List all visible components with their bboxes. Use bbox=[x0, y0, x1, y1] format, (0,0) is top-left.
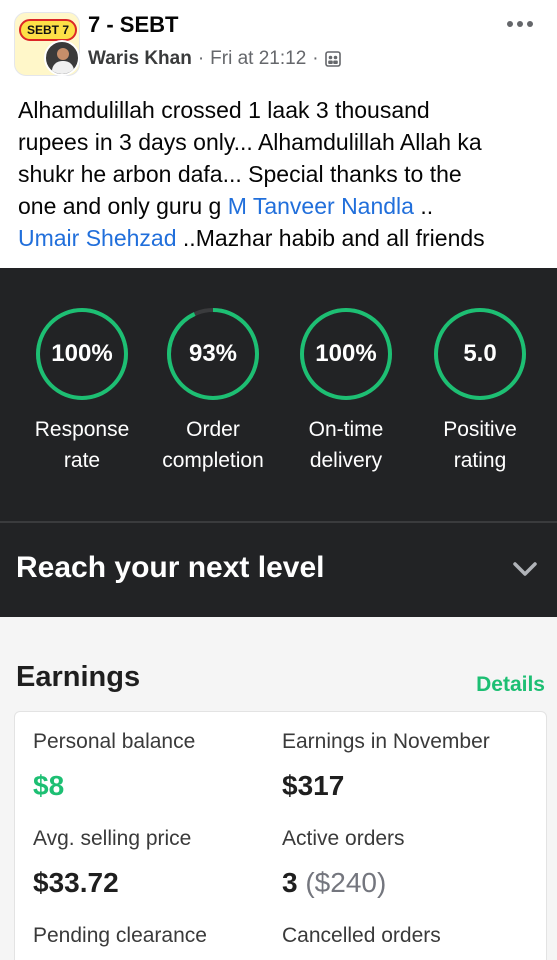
more-horizontal-icon[interactable] bbox=[507, 16, 535, 32]
seller-stats-panel: 100% Response rate 93% Order completion … bbox=[0, 268, 557, 522]
post-text-line: one and only guru g M Tanveer Nandla .. bbox=[18, 190, 543, 222]
stat-ring: 100% bbox=[34, 306, 130, 402]
stat-positive-rating: 5.0 Positive rating bbox=[414, 306, 546, 476]
stat-ring: 5.0 bbox=[432, 306, 528, 402]
mention-link[interactable]: M Tanveer Nandla bbox=[228, 193, 414, 219]
stat-label-line: Response bbox=[34, 418, 130, 441]
active-orders-count: 3 bbox=[282, 867, 298, 898]
stat-value: 93% bbox=[188, 340, 238, 367]
post-meta: Waris Khan · Fri at 21:12 · bbox=[88, 48, 341, 70]
active-orders-cell: Active orders 3 ($240) bbox=[282, 827, 522, 899]
stat-order-completion: 93% Order completion bbox=[147, 306, 279, 476]
earnings-month-value: $317 bbox=[282, 770, 345, 801]
personal-balance-label: Personal balance bbox=[33, 730, 196, 753]
group-privacy-icon bbox=[324, 51, 341, 67]
active-orders-amount: ($240) bbox=[305, 867, 387, 898]
earnings-month-cell: Earnings in November $317 bbox=[282, 730, 522, 802]
avg-price-cell: Avg. selling price $33.72 bbox=[33, 827, 273, 899]
cancelled-orders-label: Cancelled orders bbox=[282, 924, 441, 947]
post-text-line: rupees in 3 days only... Alhamdulillah A… bbox=[18, 129, 482, 155]
post-header: SEBT 7 7 - SEBT Waris Khan · Fri at 21:1… bbox=[0, 0, 557, 86]
group-name-link[interactable]: 7 - SEBT bbox=[88, 12, 178, 38]
meta-separator-2: · bbox=[312, 48, 319, 69]
stat-label: Response rate bbox=[16, 414, 148, 476]
next-level-title: Reach your next level bbox=[16, 551, 325, 584]
avatar-body bbox=[52, 61, 74, 74]
stat-label: On-time delivery bbox=[280, 414, 412, 476]
earnings-details-link[interactable]: Details bbox=[476, 673, 545, 697]
stat-label-line: rate bbox=[63, 449, 101, 472]
post-text-line: shukr he arbon dafa... Special thanks to… bbox=[18, 161, 462, 187]
avg-price-value: $33.72 bbox=[33, 867, 119, 898]
earnings-section: Earnings Details Personal balance $8 Ear… bbox=[0, 617, 557, 960]
stat-ring: 100% bbox=[298, 306, 394, 402]
personal-balance-value: $8 bbox=[33, 770, 65, 801]
mention-link[interactable]: Umair Shehzad bbox=[18, 225, 177, 251]
avatar-head bbox=[57, 48, 69, 60]
personal-balance-cell: Personal balance $8 bbox=[33, 730, 273, 802]
stat-label-line: Order bbox=[186, 418, 240, 441]
group-badge: SEBT 7 bbox=[19, 19, 77, 41]
active-orders-value: 3 ($240) bbox=[282, 867, 522, 899]
stat-value: 100% bbox=[315, 340, 377, 367]
stat-ring: 93% bbox=[165, 306, 261, 402]
stat-response-rate: 100% Response rate bbox=[16, 306, 148, 476]
post-body: Alhamdulillah crossed 1 laak 3 thousand … bbox=[18, 94, 543, 254]
stat-label-line: On-time bbox=[308, 418, 384, 441]
post-text-line: Alhamdulillah crossed 1 laak 3 thousand bbox=[18, 97, 430, 123]
cancelled-orders-cell: Cancelled orders bbox=[282, 924, 522, 948]
stat-label-line: Positive bbox=[443, 418, 517, 441]
earnings-month-label: Earnings in November bbox=[282, 730, 490, 753]
stat-on-time-delivery: 100% On-time delivery bbox=[280, 306, 412, 476]
stat-label: Positive rating bbox=[414, 414, 546, 476]
post-text-fragment: ..Mazhar habib and all friends bbox=[176, 225, 485, 251]
stat-label-line: delivery bbox=[309, 449, 383, 472]
stat-value: 5.0 bbox=[463, 340, 497, 367]
pending-clearance-cell: Pending clearance bbox=[33, 924, 273, 948]
stat-label-line: rating bbox=[453, 449, 507, 472]
avg-price-label: Avg. selling price bbox=[33, 827, 192, 850]
post-text-fragment: .. bbox=[413, 193, 434, 219]
active-orders-label: Active orders bbox=[282, 827, 405, 850]
next-level-accordion[interactable]: Reach your next level bbox=[0, 523, 557, 617]
earnings-heading: Earnings bbox=[16, 661, 141, 693]
post-text-fragment: one and only guru g bbox=[18, 193, 228, 219]
chevron-down-icon[interactable] bbox=[511, 559, 539, 579]
post-text-line: Umair Shehzad ..Mazhar habib and all fri… bbox=[18, 222, 543, 254]
stat-label-line: completion bbox=[162, 449, 264, 472]
user-avatar[interactable] bbox=[44, 40, 80, 76]
stat-value: 100% bbox=[51, 340, 113, 367]
meta-separator: · bbox=[197, 48, 205, 69]
post-timestamp[interactable]: Fri at 21:12 bbox=[210, 48, 306, 70]
pending-clearance-label: Pending clearance bbox=[33, 924, 207, 947]
earnings-card: Personal balance $8 Earnings in November… bbox=[14, 711, 547, 960]
author-link[interactable]: Waris Khan bbox=[88, 48, 192, 70]
stat-label: Order completion bbox=[147, 414, 279, 476]
